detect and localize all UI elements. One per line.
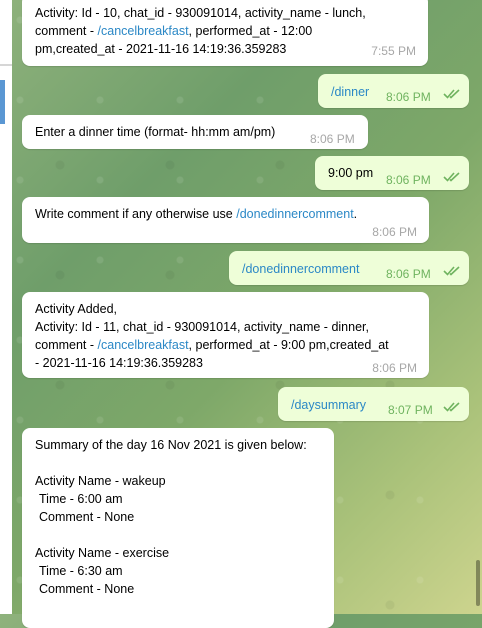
message-timestamp: 8:06 PM: [372, 225, 417, 239]
chat-list-divider: [0, 64, 12, 66]
message-line: - 2021-11-16 14:19:36.359283: [35, 356, 203, 370]
incoming-message-activity-added: Activity Added, Activity: Id - 11, chat_…: [22, 292, 429, 378]
summary-activity-time: Time - 6:30 am: [39, 564, 123, 578]
summary-activity-comment: Comment - None: [39, 510, 135, 524]
donedinnercomment-command-link[interactable]: /donedinnercomment: [236, 207, 353, 221]
message-timestamp: 7:55 PM: [371, 44, 416, 58]
message-line: comment - /cancelbreakfast, performed_at…: [35, 24, 313, 38]
double-check-icon: [443, 402, 460, 412]
message-line: Activity Added,: [35, 302, 117, 316]
daysummary-command-link[interactable]: /daysummary: [291, 396, 366, 414]
double-check-icon: [443, 89, 460, 99]
double-check-icon: [443, 266, 460, 276]
double-check-icon: [443, 172, 460, 182]
message-line: pm,created_at - 2021-11-16 14:19:36.3592…: [35, 42, 287, 56]
outgoing-message-dinner: /dinner 8:06 PM: [318, 74, 469, 108]
active-chat-indicator: [0, 80, 5, 124]
outgoing-message-9pm: 9:00 pm 8:06 PM: [315, 156, 469, 190]
summary-activity-name: Activity Name - wakeup: [35, 474, 166, 488]
incoming-message-write-comment: Write comment if any otherwise use /done…: [22, 197, 429, 243]
message-text: Enter a dinner time (format- hh:mm am/pm…: [35, 125, 276, 139]
message-timestamp: 8:06 PM: [386, 173, 431, 187]
dinner-command-link[interactable]: /dinner: [331, 83, 369, 101]
message-line: comment - /cancelbreakfast, performed_at…: [35, 338, 389, 352]
message-timestamp: 8:06 PM: [372, 361, 417, 375]
message-line: Activity: Id - 11, chat_id - 930091014, …: [35, 320, 369, 334]
cancelbreakfast-command-link[interactable]: /cancelbreakfast: [98, 338, 189, 352]
incoming-message-day-summary: Summary of the day 16 Nov 2021 is given …: [22, 428, 334, 628]
message-text: Write comment if any otherwise use /done…: [35, 207, 358, 221]
message-line: Activity: Id - 10, chat_id - 930091014, …: [35, 6, 366, 20]
message-timestamp: 8:06 PM: [386, 267, 431, 281]
summary-activity-name: Activity Name - exercise: [35, 546, 170, 560]
summary-title: Summary of the day 16 Nov 2021 is given …: [35, 438, 307, 452]
message-timestamp: 8:07 PM: [388, 403, 433, 417]
chat-scrollbar[interactable]: [476, 560, 480, 606]
cancelbreakfast-command-link[interactable]: /cancelbreakfast: [98, 24, 189, 38]
summary-activity-comment: Comment - None: [39, 582, 135, 596]
outgoing-message-donedinnercomment: /donedinnercomment 8:06 PM: [229, 251, 469, 285]
incoming-message-activity-lunch: Activity: Id - 10, chat_id - 930091014, …: [22, 0, 428, 66]
message-timestamp: 8:06 PM: [386, 90, 431, 104]
message-text: 9:00 pm: [328, 166, 374, 180]
summary-activity-time: Time - 6:00 am: [39, 492, 123, 506]
outgoing-message-daysummary: /daysummary 8:07 PM: [278, 387, 469, 421]
incoming-message-enter-dinner-time: Enter a dinner time (format- hh:mm am/pm…: [22, 115, 368, 149]
message-timestamp: 8:06 PM: [310, 132, 355, 146]
donedinnercomment-command-link[interactable]: /donedinnercomment: [242, 260, 359, 278]
